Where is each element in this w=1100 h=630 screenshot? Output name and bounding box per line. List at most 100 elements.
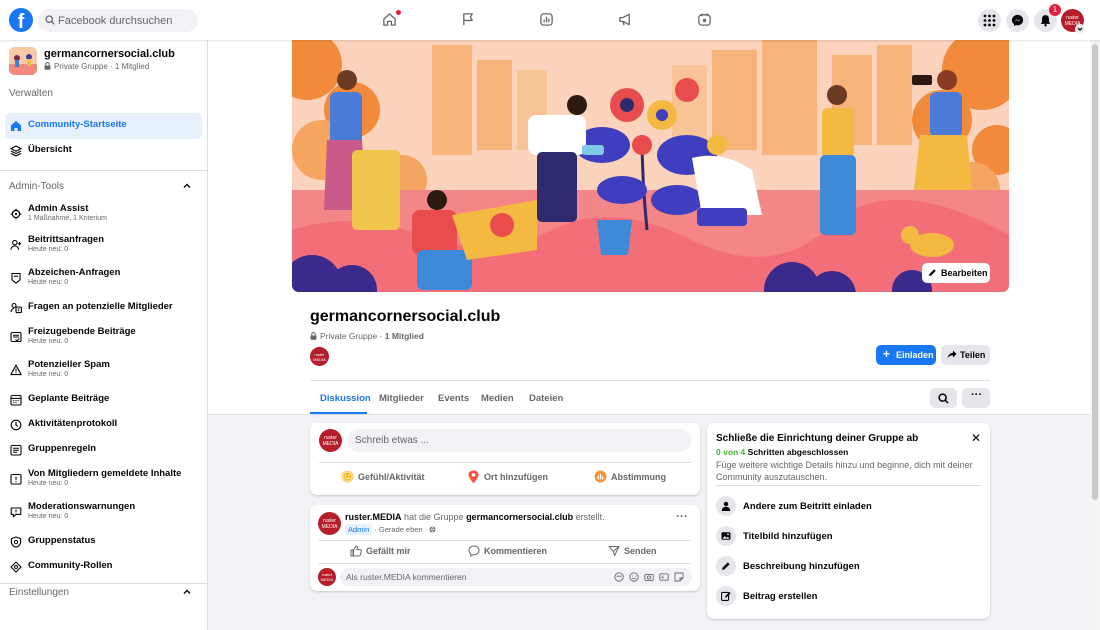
member-avatar[interactable]: ruster MEDIA <box>310 347 329 366</box>
comment-icon <box>468 545 480 557</box>
facebook-logo[interactable]: f <box>9 8 33 32</box>
sidebar-item-label: Potenzieller Spam <box>28 359 110 370</box>
tab-events[interactable]: Events <box>438 393 469 404</box>
sidebar-item-scheduled-posts[interactable]: Geplante Beiträge <box>5 387 202 413</box>
divider <box>0 583 207 584</box>
add-location-label: Ort hinzufügen <box>484 472 548 482</box>
menu-button[interactable] <box>978 9 1001 32</box>
search-box[interactable] <box>38 9 198 32</box>
messenger-button[interactable] <box>1006 9 1029 32</box>
sidebar-item-group-rules[interactable]: Gruppenregeln <box>5 437 202 463</box>
gif-icon[interactable] <box>659 572 669 582</box>
post-more-options-icon[interactable]: ··· <box>676 509 688 523</box>
dashboard-icon <box>540 13 553 26</box>
add-person-icon <box>10 239 22 250</box>
edit-cover-button[interactable]: Bearbeiten <box>922 263 990 283</box>
sidebar-item-member-questions[interactable]: Fragen an potenzielle Mitglieder <box>5 295 202 321</box>
tab-discussion[interactable]: Diskussion <box>320 393 371 404</box>
sidebar-item-reported-content[interactable]: Von Mitgliedern gemeldete Inhalte Heute … <box>5 466 202 492</box>
tab-media[interactable]: Medien <box>481 393 514 404</box>
post-time[interactable]: · Gerade eben · <box>372 525 429 534</box>
grid-menu-icon <box>983 14 996 27</box>
chevron-up-icon[interactable] <box>182 181 192 191</box>
search-input[interactable] <box>58 9 193 32</box>
nav-pages[interactable] <box>441 0 495 40</box>
admin-tools-section-label: Admin-Tools <box>9 181 65 192</box>
nav-dashboard[interactable] <box>519 0 573 40</box>
nav-ads[interactable] <box>598 0 652 40</box>
bell-icon <box>1040 15 1051 27</box>
rules-icon <box>10 444 22 456</box>
sidebar-item-pending-posts[interactable]: Freizugebende Beiträge Heute neu: 0 <box>5 324 202 350</box>
send-icon <box>608 546 620 557</box>
camera-icon[interactable] <box>644 572 654 582</box>
setup-item-description[interactable]: Beschreibung hinzufügen <box>716 556 981 580</box>
setup-item-cover-photo[interactable]: Titelbild hinzufügen <box>716 526 981 550</box>
notifications-button[interactable]: 1 <box>1034 4 1061 32</box>
setup-item-invite[interactable]: Andere zum Beitritt einladen <box>716 496 981 520</box>
cover-photo[interactable] <box>292 40 1009 292</box>
sidebar-item-label: Admin Assist <box>28 203 89 214</box>
author-name[interactable]: ruster.MEDIA <box>345 512 402 522</box>
group-link[interactable]: germancornersocial.club <box>466 512 573 522</box>
tab-members[interactable]: Mitglieder <box>379 393 424 404</box>
group-header: germancornersocial.club Private Gruppe ·… <box>208 294 1100 415</box>
group-thumbnail[interactable] <box>9 47 37 75</box>
comment-input[interactable]: Als ruster.MEDIA kommentieren <box>340 568 692 586</box>
sticker-icon[interactable] <box>674 572 684 582</box>
sidebar-item-admin-assist[interactable]: Admin Assist 1 Maßnahme, 1 Kriterium <box>5 201 202 227</box>
nav-home[interactable] <box>362 0 416 40</box>
sidebar-item-label: Community-Startseite <box>28 119 127 130</box>
sidebar-item-potential-spam[interactable]: Potenzieller Spam Heute neu: 0 <box>5 357 202 383</box>
sidebar-item-community-roles[interactable]: Community-Rollen <box>5 554 202 580</box>
sidebar-item-badge-requests[interactable]: Abzeichen-Anfragen Heute neu: 0 <box>5 265 202 291</box>
messenger-icon <box>1011 14 1024 27</box>
globe-icon <box>429 526 436 533</box>
tab-files[interactable]: Dateien <box>529 393 563 404</box>
page-scrollbar[interactable] <box>1090 40 1100 630</box>
comment-tools <box>609 572 684 584</box>
more-options-button[interactable]: ··· <box>962 388 990 408</box>
nav-events[interactable] <box>677 0 731 40</box>
smiley-icon <box>341 470 354 483</box>
megaphone-icon <box>619 13 630 26</box>
pencil-icon <box>928 269 936 277</box>
account-menu-chevron-icon[interactable] <box>1075 24 1085 34</box>
chevron-up-icon[interactable] <box>182 587 192 597</box>
sidebar-item-label: Gruppenstatus <box>28 535 96 546</box>
feeling-activity-label: Gefühl/Aktivität <box>358 472 425 482</box>
sidebar-item-label: Von Mitgliedern gemeldete Inhalte <box>28 468 182 479</box>
sidebar-item-sublabel: Heute neu: 0 <box>28 338 69 345</box>
divider <box>318 540 692 541</box>
scrollbar-thumb[interactable] <box>1092 44 1098 500</box>
sidebar-item-overview[interactable]: Übersicht <box>5 138 202 164</box>
sidebar-item-join-requests[interactable]: Beitrittsanfragen Heute neu: 0 <box>5 232 202 258</box>
notification-dot <box>396 10 401 15</box>
user-avatar[interactable]: ruster MEDIA <box>319 429 342 452</box>
sidebar-item-label: Moderationswarnungen <box>28 501 136 512</box>
sidebar-item-group-status[interactable]: Gruppenstatus <box>5 529 202 555</box>
sidebar-item-moderation-warnings[interactable]: Moderationswarnungen Heute neu: 0 <box>5 499 202 525</box>
emoji-icon[interactable] <box>629 572 639 582</box>
share-button[interactable]: Teilen <box>941 345 990 365</box>
sidebar-item-label: Beitrittsanfragen <box>28 234 105 245</box>
setup-item-create-post[interactable]: Beitrag erstellen <box>716 586 981 610</box>
like-label: Gefällt mir <box>366 546 411 556</box>
poll-label: Abstimmung <box>611 472 666 482</box>
gear-icon <box>10 208 22 220</box>
composer-input[interactable]: Schreib etwas ... <box>347 429 691 452</box>
plus-icon: + <box>883 347 891 361</box>
sidebar-item-activity-log[interactable]: Aktivitätenprotokoll <box>5 412 202 438</box>
commenter-avatar[interactable]: ruster MEDIA <box>318 568 336 586</box>
close-icon[interactable]: ✕ <box>971 431 981 445</box>
invite-button[interactable]: + Einladen <box>876 345 936 365</box>
notification-count-badge: 1 <box>1049 4 1061 16</box>
avatar-sticker-icon[interactable] <box>614 572 624 582</box>
member-count-link[interactable]: 1 Mitglied <box>385 331 424 341</box>
sidebar-group-name[interactable]: germancornersocial.club <box>44 48 175 60</box>
group-meta: Private Gruppe · 1 Mitglied <box>310 331 424 341</box>
sidebar-item-community-home[interactable]: Community-Startseite <box>5 113 202 139</box>
settings-section-label: Einstellungen <box>9 587 70 598</box>
author-avatar[interactable]: ruster MEDIA <box>318 512 341 535</box>
group-search-button[interactable] <box>930 388 957 408</box>
